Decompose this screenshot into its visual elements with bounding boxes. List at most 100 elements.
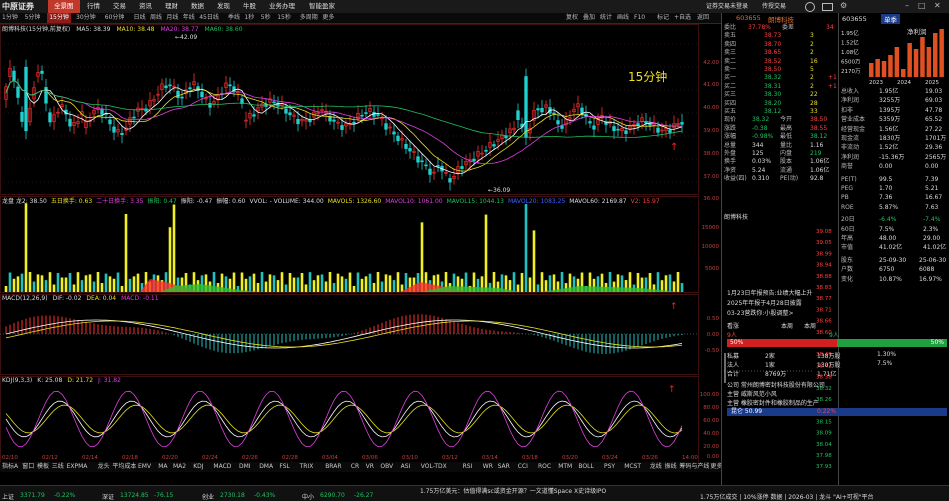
indicator-tab-19[interactable]: OBV <box>380 462 393 472</box>
indicator-tab-18[interactable]: VR <box>366 462 374 472</box>
indicator-tab-10[interactable]: KDJ <box>193 462 203 472</box>
period-5[interactable]: 日线 <box>134 13 146 23</box>
indicator-tab-25[interactable]: CCI <box>518 462 528 472</box>
news-item-1[interactable]: 2025年年报于4月28日披露 <box>727 298 948 307</box>
index-ticker[interactable]: 昆仑 50.99 0.22% <box>727 408 947 416</box>
period-14[interactable]: 多周期 <box>300 13 318 23</box>
toolbar-1[interactable]: 叠加 <box>583 13 595 23</box>
indicator-tab-24[interactable]: SAR <box>498 462 510 472</box>
sentiment-bull[interactable]: 50% <box>727 339 837 347</box>
ma5-label: MA5: 38.39 <box>76 26 111 33</box>
indicator-tab-27[interactable]: MTM <box>558 462 572 472</box>
maximize-icon[interactable]: □ <box>918 1 926 10</box>
indicator-tab-0[interactable]: 指标A <box>2 462 18 472</box>
indicator-tab-8[interactable]: MA <box>158 462 167 472</box>
period-7[interactable]: 月线 <box>166 13 178 23</box>
indicator-tab-17[interactable]: CR <box>351 462 359 472</box>
login-status[interactable]: 证券交易未登录 <box>706 0 748 13</box>
topnav-5[interactable]: 数据 <box>185 0 210 13</box>
volume-bar <box>112 278 116 292</box>
perf-ind: 29.00 <box>923 235 941 242</box>
toolbar-6[interactable]: +自选 <box>674 13 691 23</box>
indicator-tab-20[interactable]: ASI <box>401 462 411 472</box>
stat-value: 125 <box>752 150 764 157</box>
toolbar-7[interactable]: 返回 <box>697 13 709 23</box>
period-15[interactable]: 更多 <box>322 13 334 23</box>
period-2[interactable]: 15分钟 <box>47 13 71 23</box>
message-icon[interactable] <box>822 3 833 11</box>
chart-canvas[interactable]: ←42.09 ←36.09 ↑ ↑ ↑ <box>0 24 721 462</box>
fin-row: 经营现金 1.56亿 27.22 <box>839 125 949 134</box>
period-4[interactable]: 60分钟 <box>105 13 125 23</box>
indicator-tab-13[interactable]: DMA <box>259 462 273 472</box>
close-icon[interactable]: ✕ <box>934 1 941 10</box>
sentiment-bear[interactable]: 50% <box>837 339 947 347</box>
indicator-tab-11[interactable]: MACD <box>213 462 231 472</box>
indicator-tab-30[interactable]: MCST <box>624 462 641 472</box>
candle-body <box>252 114 256 117</box>
indicator-tab-12[interactable]: DMI <box>239 462 251 472</box>
period-9[interactable]: 45日线 <box>199 13 219 23</box>
indicator-tab-32[interactable]: 振线 <box>665 462 677 472</box>
profit-bar <box>881 61 887 77</box>
indicator-tab-29[interactable]: PSY <box>604 462 615 472</box>
trade-button[interactable]: 传授交易 <box>762 0 786 13</box>
indicator-tab-2[interactable]: 模板 <box>37 462 49 472</box>
settings-icon[interactable]: ⚙ <box>840 1 847 10</box>
indicator-tab-33[interactable]: 筹码与产线 <box>679 462 709 472</box>
topnav-6[interactable]: 发现 <box>211 0 236 13</box>
period-6[interactable]: 周线 <box>150 13 162 23</box>
indicator-tab-14[interactable]: FSL <box>279 462 290 472</box>
news-item-2[interactable]: 03-23营跌你:小股调整> <box>727 308 948 317</box>
user-icon[interactable] <box>805 2 815 12</box>
indicator-tab-26[interactable]: ROC <box>538 462 551 472</box>
indicator-tab-23[interactable]: WR <box>483 462 493 472</box>
indicator-tab-22[interactable]: RSI <box>463 462 473 472</box>
indicator-tab-31[interactable]: 龙线 <box>650 462 662 472</box>
candle-body <box>284 108 288 114</box>
indicator-tab-6[interactable]: 平均成本 <box>112 462 136 472</box>
toolbar-2[interactable]: 统计 <box>600 13 612 23</box>
sentiment-tab2[interactable]: 本周 <box>804 321 816 330</box>
period-0[interactable]: 1分钟 <box>2 13 18 23</box>
topnav-4[interactable]: 理财 <box>159 0 184 13</box>
toolbar-3[interactable]: 画线 <box>617 13 629 23</box>
topnav-0[interactable]: 全景图 <box>48 0 80 13</box>
minimize-icon[interactable]: – <box>905 1 909 10</box>
org-count: 2家 <box>765 353 775 360</box>
indicator-tab-5[interactable]: 龙头 <box>98 462 110 472</box>
toolbar-5[interactable]: 标记 <box>657 13 669 23</box>
perf-ind: 41.02亿 <box>923 244 947 252</box>
period-10[interactable]: 季线 <box>228 13 240 23</box>
topnav-3[interactable]: 资讯 <box>133 0 158 13</box>
topnav-7[interactable]: 牛股 <box>237 0 262 13</box>
period-8[interactable]: 年线 <box>183 13 195 23</box>
indicator-tab-28[interactable]: BOLL <box>578 462 593 472</box>
toolbar-4[interactable]: F10 <box>634 13 645 23</box>
topnav-8[interactable]: 业务办理 <box>263 0 301 13</box>
candle-body <box>332 119 336 122</box>
book-row: 买四 38.20 28 <box>722 100 839 108</box>
sentiment-tab1[interactable]: 本周 <box>781 321 793 330</box>
indicator-tab-15[interactable]: TRIX <box>300 462 314 472</box>
period-12[interactable]: 5秒 <box>261 13 271 23</box>
topnav-1[interactable]: 行情 <box>81 0 106 13</box>
period-3[interactable]: 30分钟 <box>76 13 96 23</box>
fin-y-label: 1.95亿 <box>841 29 859 37</box>
indicator-tab-21[interactable]: VOL-TDX <box>421 462 447 472</box>
indicator-tab-7[interactable]: EMV <box>138 462 151 472</box>
period-1[interactable]: 5分钟 <box>25 13 41 23</box>
topnav-9[interactable]: 智能盈家 <box>303 0 341 13</box>
toolbar-0[interactable]: 复权 <box>566 13 578 23</box>
indicator-tab-16[interactable]: BRAR <box>325 462 341 472</box>
topnav-2[interactable]: 交易 <box>107 0 132 13</box>
period-11[interactable]: 1秒 <box>244 13 254 23</box>
news-ticker[interactable]: 1.75万亿美元：估值得满sc或资金开源？一文道懂Space X史诗级IPO <box>420 486 606 495</box>
indicator-tab-1[interactable]: 窗口 <box>22 462 34 472</box>
period-13[interactable]: 15秒 <box>277 13 291 23</box>
news-item-0[interactable]: 1月23日年报预告:业绩大幅上升 <box>727 288 948 297</box>
time-tick: 03/06 <box>362 455 378 461</box>
indicator-tab-4[interactable]: EXPMA <box>67 462 88 472</box>
indicator-tab-3[interactable]: 三线 <box>52 462 64 472</box>
indicator-tab-9[interactable]: MA2 <box>173 462 186 472</box>
